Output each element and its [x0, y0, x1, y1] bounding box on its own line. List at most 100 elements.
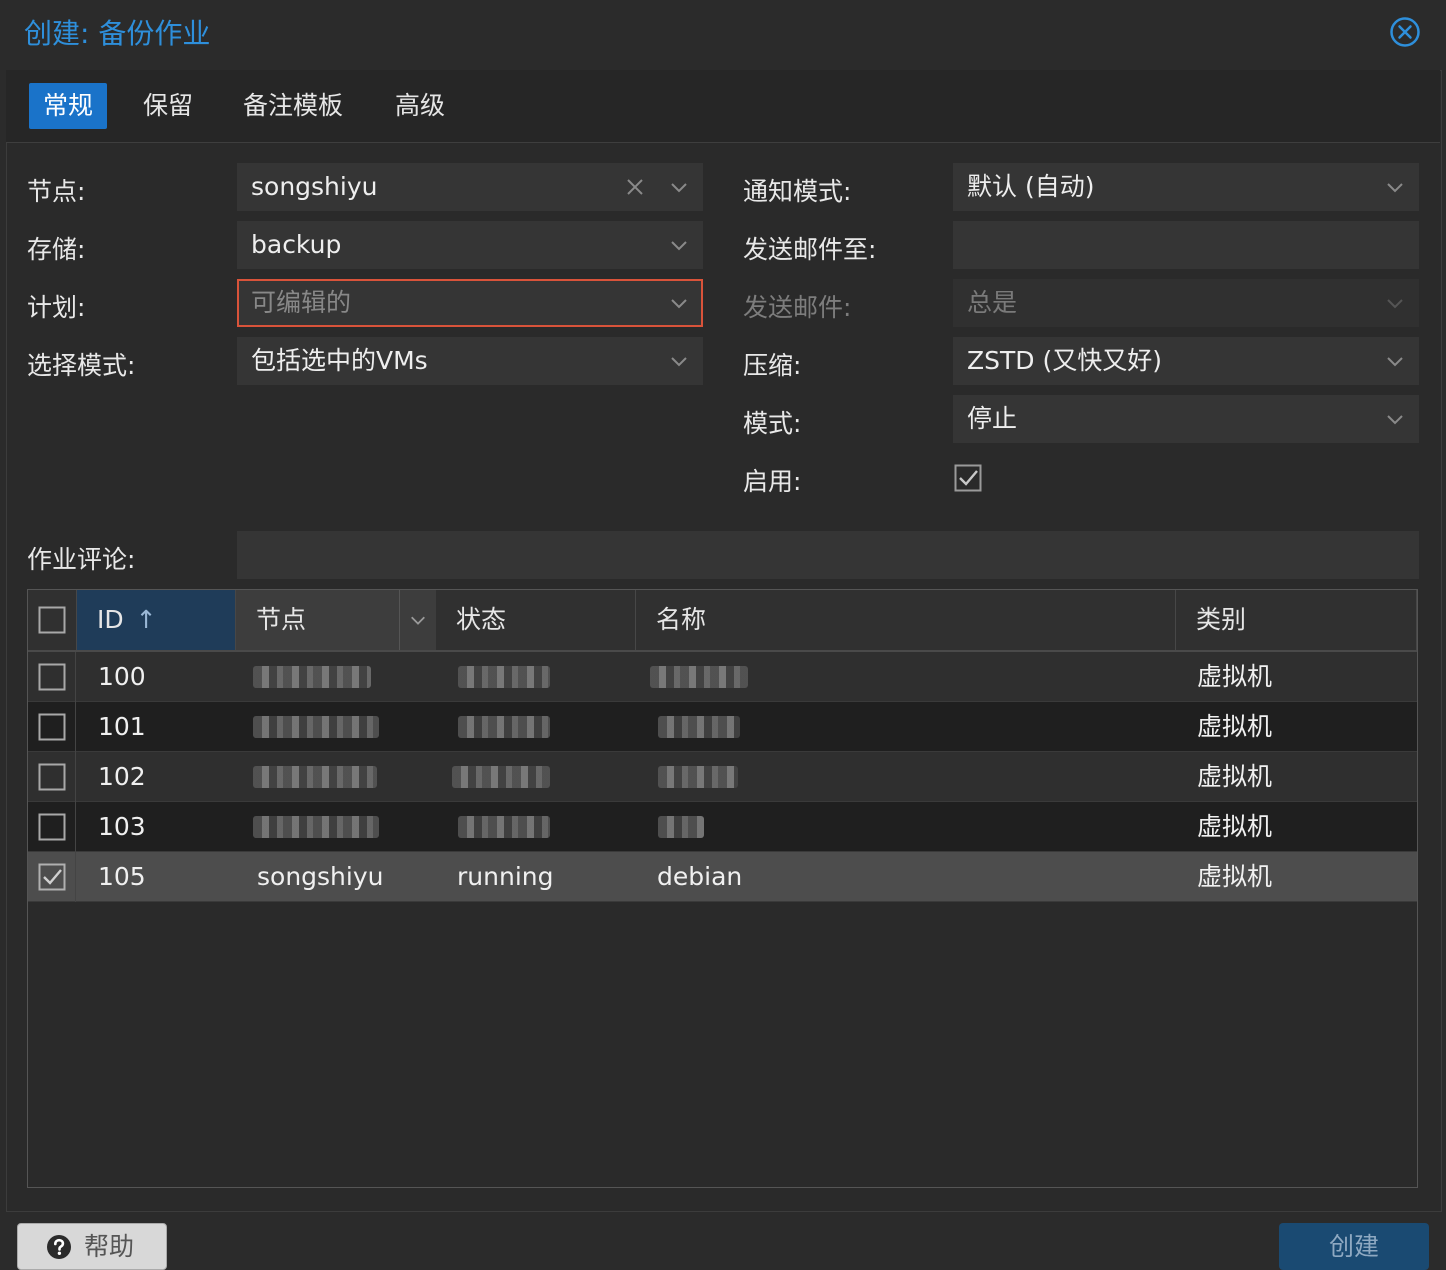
- row-checkbox[interactable]: [38, 763, 66, 791]
- job-comment-input[interactable]: [237, 531, 1419, 579]
- mode-value: 停止: [967, 404, 1018, 433]
- redacted-node: [253, 816, 379, 838]
- tab-retention[interactable]: 保留: [129, 83, 207, 129]
- cell-id: 105: [98, 862, 146, 891]
- table-row[interactable]: 103 虚拟机: [28, 802, 1417, 852]
- help-button-label: 帮助: [84, 1232, 135, 1261]
- column-name-label: 名称: [656, 605, 707, 634]
- cell-id: 101: [98, 712, 146, 741]
- sort-asc-icon: ↑: [135, 605, 157, 634]
- cell-type: 虚拟机: [1197, 712, 1273, 741]
- row-checkbox-cell: [28, 852, 76, 902]
- chevron-down-icon[interactable]: [1385, 409, 1405, 429]
- row-checkbox[interactable]: [38, 663, 66, 691]
- redacted-status: [458, 816, 550, 838]
- notification-mode-label: 通知模式:: [743, 177, 852, 206]
- chevron-down-icon[interactable]: [669, 177, 689, 197]
- row-checkbox[interactable]: [38, 713, 66, 741]
- redacted-node: [253, 766, 377, 788]
- column-header-status[interactable]: 状态: [436, 590, 636, 650]
- cell-id: 100: [98, 662, 146, 691]
- tab-general[interactable]: 常规: [29, 83, 108, 129]
- cell-name: debian: [657, 862, 743, 891]
- dialog-titlebar: 创建: 备份作业: [0, 0, 1446, 68]
- cell-type: 虚拟机: [1197, 662, 1273, 691]
- grid-header: ID ↑ 节点 状态 名称 类别: [28, 590, 1417, 652]
- chevron-down-icon[interactable]: [669, 293, 689, 313]
- help-button[interactable]: 帮助: [17, 1223, 167, 1270]
- row-checkbox[interactable]: [38, 863, 66, 891]
- send-email-combobox: 总是: [953, 279, 1419, 327]
- row-checkbox-cell: [28, 802, 76, 852]
- enabled-checkbox[interactable]: [954, 464, 982, 492]
- create-button-label: 创建: [1328, 1232, 1379, 1261]
- row-checkbox-cell: [28, 752, 76, 802]
- compression-value: ZSTD (又快又好): [967, 346, 1162, 375]
- column-type-label: 类别: [1196, 605, 1247, 634]
- vm-grid: ID ↑ 节点 状态 名称 类别 100 虚拟机 101 虚拟机 102 虚拟机…: [27, 589, 1418, 1188]
- chevron-down-icon[interactable]: [1385, 351, 1405, 371]
- node-combobox[interactable]: songshiyu: [237, 163, 703, 211]
- row-checkbox[interactable]: [38, 813, 66, 841]
- question-circle-icon: [47, 1235, 71, 1259]
- chevron-down-icon: [411, 616, 425, 625]
- compression-label: 压缩:: [743, 351, 802, 380]
- chevron-down-icon[interactable]: [669, 351, 689, 371]
- mode-combobox[interactable]: 停止: [953, 395, 1419, 443]
- table-row[interactable]: 101 虚拟机: [28, 702, 1417, 752]
- notification-mode-combobox[interactable]: 默认 (自动): [953, 163, 1419, 211]
- redacted-name: [658, 716, 740, 738]
- schedule-combobox[interactable]: 可编辑的: [237, 279, 703, 327]
- chevron-down-icon[interactable]: [669, 235, 689, 255]
- send-email-to-input[interactable]: [953, 221, 1419, 269]
- dialog-footer: [0, 1212, 1446, 1270]
- node-value: songshiyu: [251, 172, 378, 201]
- send-email-value: 总是: [967, 288, 1018, 317]
- cell-type: 虚拟机: [1197, 862, 1273, 891]
- node-label: 节点:: [27, 177, 86, 206]
- compression-combobox[interactable]: ZSTD (又快又好): [953, 337, 1419, 385]
- cell-id: 103: [98, 812, 146, 841]
- storage-label: 存储:: [27, 235, 86, 264]
- send-email-label: 发送邮件:: [743, 293, 852, 322]
- redacted-node: [253, 666, 371, 688]
- send-email-to-label: 发送邮件至:: [743, 235, 877, 264]
- tab-bar: 常规 保留 备注模板 高级: [6, 70, 1440, 143]
- header-select-all[interactable]: [28, 590, 77, 650]
- notification-mode-value: 默认 (自动): [967, 172, 1095, 201]
- tab-notes-template[interactable]: 备注模板: [229, 83, 357, 129]
- storage-value: backup: [251, 230, 342, 259]
- redacted-status: [458, 716, 550, 738]
- cell-type: 虚拟机: [1197, 762, 1273, 791]
- checkbox-icon[interactable]: [38, 606, 66, 634]
- storage-combobox[interactable]: backup: [237, 221, 703, 269]
- clear-icon[interactable]: [625, 177, 645, 197]
- column-status-label: 状态: [456, 605, 507, 634]
- cell-id: 102: [98, 762, 146, 791]
- create-button[interactable]: 创建: [1279, 1223, 1429, 1270]
- schedule-placeholder: 可编辑的: [251, 288, 352, 317]
- table-row[interactable]: 105 songshiyu running debian 虚拟机: [28, 852, 1417, 902]
- cell-node: songshiyu: [257, 862, 384, 891]
- mode-label: 模式:: [743, 409, 802, 438]
- column-header-node[interactable]: 节点: [236, 590, 436, 650]
- schedule-label: 计划:: [27, 293, 86, 322]
- tab-advanced[interactable]: 高级: [381, 83, 459, 129]
- row-checkbox-cell: [28, 702, 76, 752]
- table-row[interactable]: 100 虚拟机: [28, 652, 1417, 702]
- redacted-name: [658, 816, 704, 838]
- column-menu-trigger[interactable]: [399, 590, 436, 650]
- row-checkbox-cell: [28, 652, 76, 702]
- selection-mode-value: 包括选中的VMs: [251, 346, 428, 375]
- selection-mode-label: 选择模式:: [27, 351, 136, 380]
- column-header-name[interactable]: 名称: [636, 590, 1176, 650]
- redacted-name: [658, 766, 738, 788]
- column-header-type[interactable]: 类别: [1176, 590, 1417, 650]
- selection-mode-combobox[interactable]: 包括选中的VMs: [237, 337, 703, 385]
- chevron-down-icon[interactable]: [1385, 177, 1405, 197]
- column-header-id[interactable]: ID ↑: [77, 590, 236, 650]
- table-row[interactable]: 102 虚拟机: [28, 752, 1417, 802]
- close-icon[interactable]: [1390, 17, 1420, 47]
- job-comment-label: 作业评论:: [27, 545, 136, 574]
- redacted-name: [650, 666, 748, 688]
